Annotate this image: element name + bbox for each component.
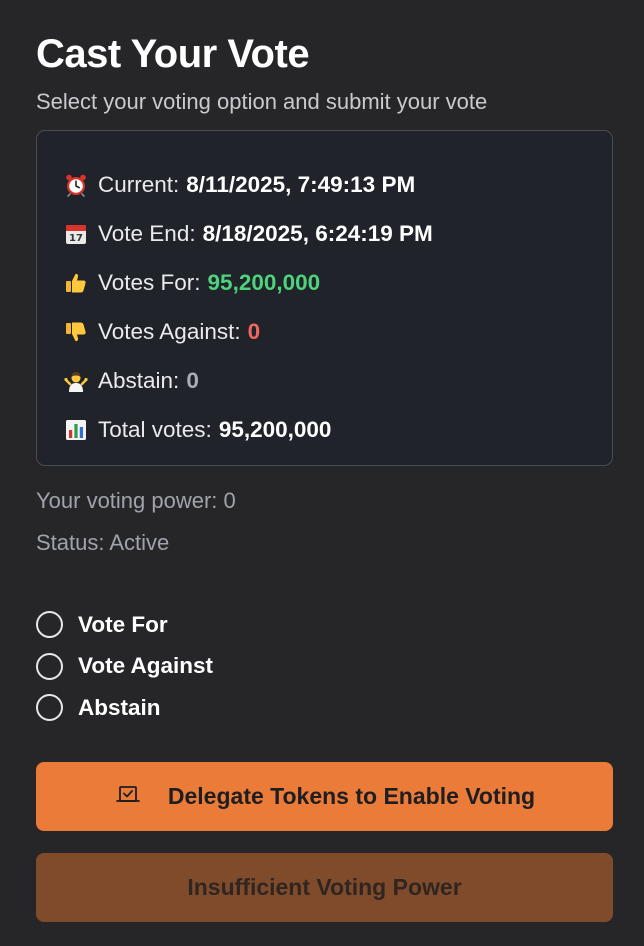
total-votes-label: Total votes: [98, 416, 212, 442]
current-time-row: Current: 8/11/2025, 7:49:13 PM [64, 160, 612, 209]
vote-end-label: Vote End: [98, 220, 196, 246]
abstain-value: 0 [186, 367, 199, 393]
voting-power-text: Your voting power: 0 [36, 488, 236, 513]
delegate-tokens-button[interactable]: Delegate Tokens to Enable Voting [36, 761, 613, 831]
vote-end-value: 8/18/2025, 6:24:19 PM [202, 220, 433, 246]
votes-against-label: Votes Against: [98, 318, 241, 344]
current-label: Current: [98, 171, 180, 197]
calendar-icon: 17 [66, 224, 86, 244]
vote-option-against[interactable]: Vote Against [36, 646, 613, 688]
voter-status: Your voting power: 0 Status: Active [36, 480, 613, 564]
vote-option-abstain[interactable]: Abstain [36, 687, 613, 729]
thumbs-up-icon [66, 273, 86, 292]
votes-for-label: Votes For: [98, 269, 201, 295]
vote-option-for[interactable]: Vote For [36, 604, 613, 646]
votes-against-row: Votes Against: 0 [64, 307, 612, 356]
total-votes-row: Total votes: 95,200,000 [64, 405, 612, 454]
insufficient-voting-power-button[interactable]: Insufficient Voting Power [36, 852, 613, 922]
ballot-box-icon [115, 786, 140, 802]
svg-text:17: 17 [69, 233, 83, 244]
votes-for-value: 95,200,000 [207, 269, 321, 295]
bar-chart-icon [66, 419, 86, 440]
status-text: Status: Active [36, 530, 170, 555]
delegate-tokens-label: Delegate Tokens to Enable Voting [167, 782, 536, 809]
abstain-row: Abstain: 0 [64, 356, 612, 405]
page-subtitle: Select your voting option and submit you… [36, 89, 488, 114]
shrug-icon [64, 371, 88, 392]
total-votes-value: 95,200,000 [218, 416, 332, 442]
vote-for-radio[interactable] [36, 611, 63, 639]
insufficient-voting-power-label: Insufficient Voting Power [187, 873, 462, 900]
abstain-label: Abstain: [98, 367, 180, 393]
current-value: 8/11/2025, 7:49:13 PM [186, 171, 416, 197]
vote-info-box: Current: 8/11/2025, 7:49:13 PM 17 Vote E… [36, 130, 613, 466]
votes-for-row: Votes For: 95,200,000 [64, 258, 612, 307]
page-title: Cast Your Vote [36, 32, 310, 76]
votes-against-value: 0 [247, 318, 261, 344]
alarm-clock-icon [66, 174, 86, 197]
thumbs-down-icon [66, 322, 86, 341]
vote-end-row: 17 Vote End: 8/18/2025, 6:24:19 PM [64, 209, 612, 258]
abstain-option-label: Abstain [78, 694, 161, 720]
vote-for-label: Vote For [78, 611, 168, 637]
vote-against-label: Vote Against [78, 653, 214, 679]
abstain-radio[interactable] [36, 694, 63, 722]
vote-panel: Cast Your Vote Select your voting option… [36, 0, 613, 922]
vote-options: Vote For Vote Against Abstain [36, 604, 613, 729]
vote-against-radio[interactable] [36, 652, 63, 680]
